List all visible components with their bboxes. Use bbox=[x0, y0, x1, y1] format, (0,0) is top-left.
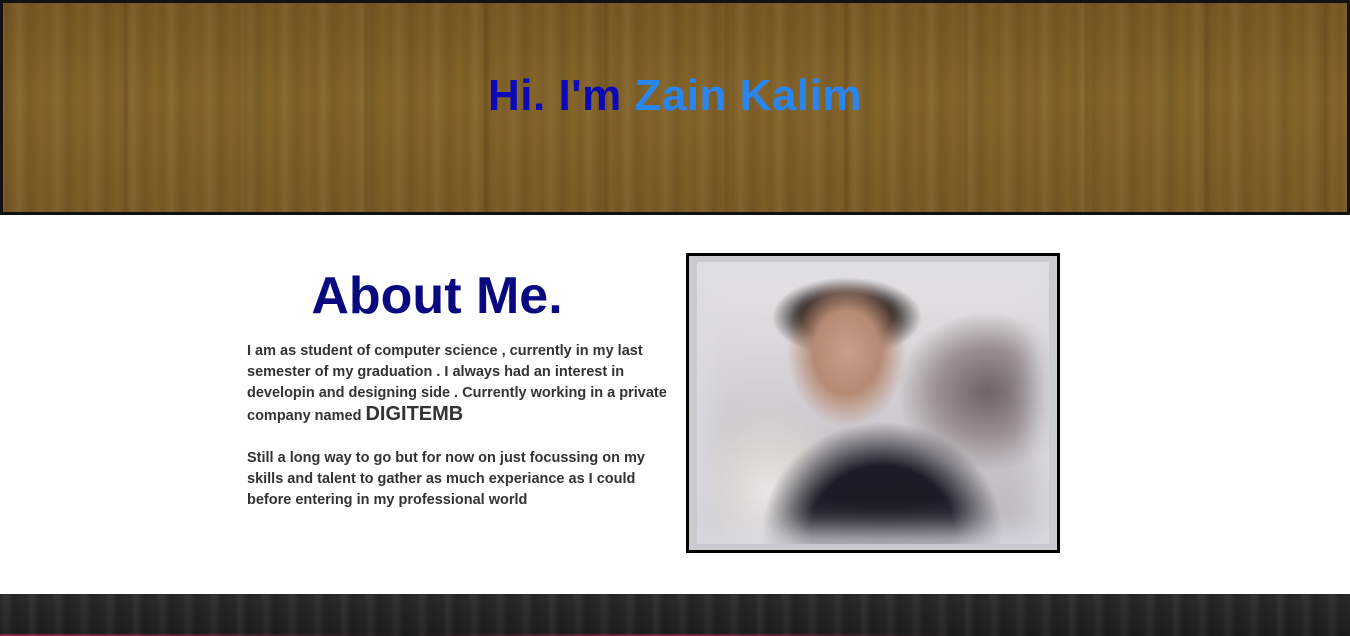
profile-photo bbox=[697, 262, 1049, 544]
hero-name: Zain Kalim bbox=[634, 71, 862, 120]
about-text: I am as student of computer science , cu… bbox=[247, 341, 667, 511]
about-paragraph-2: Still a long way to go but for now on ju… bbox=[247, 450, 645, 508]
hero-banner: Hi. I'm Zain Kalim bbox=[0, 0, 1350, 215]
hero-title: Hi. I'm Zain Kalim bbox=[3, 71, 1347, 121]
about-paragraph-1: I am as student of computer science , cu… bbox=[247, 341, 667, 427]
company-name: DIGITEMB bbox=[365, 403, 464, 425]
profile-photo-frame bbox=[686, 253, 1060, 553]
about-heading: About Me. bbox=[311, 267, 563, 325]
footer-band bbox=[0, 594, 1350, 636]
hero-greeting: Hi. I'm bbox=[488, 71, 635, 120]
